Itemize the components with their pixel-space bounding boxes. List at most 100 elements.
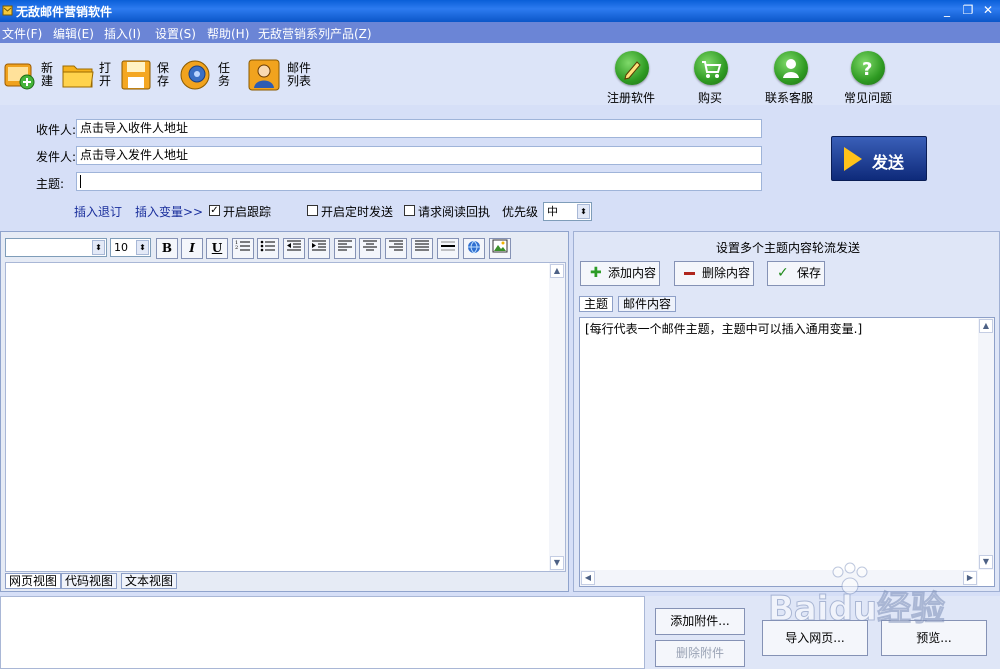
font-name-select[interactable]: ⬍ <box>5 238 107 257</box>
image-icon <box>492 239 508 253</box>
question-icon: ? <box>851 51 885 85</box>
app-icon <box>2 5 13 16</box>
mail-list-icon <box>248 59 280 91</box>
close-button[interactable]: ✕ <box>979 2 997 19</box>
insert-link-button[interactable] <box>463 238 485 259</box>
scheduled-label: 开启定时发送 <box>321 205 394 219</box>
toolbar: 新建 打开 保存 任务 邮件列表 注册软件 购买 联系客服 ? 常见问题 <box>0 43 1000 105</box>
save-disk-icon <box>121 60 151 90</box>
italic-button[interactable]: I <box>181 238 203 259</box>
menu-settings[interactable]: 设置(S) <box>155 25 196 42</box>
ordered-list-icon: 12 <box>235 240 250 251</box>
menu-products[interactable]: 无敌营销系列产品(Z) <box>258 25 372 42</box>
chevron-updown-icon: ⬍ <box>92 240 105 255</box>
mail-list-button[interactable]: 邮件列表 <box>247 56 317 96</box>
menu-help[interactable]: 帮助(H) <box>207 25 249 42</box>
minimize-button[interactable]: _ <box>938 2 956 19</box>
priority-select[interactable]: 中 ⬍ <box>543 202 592 221</box>
faq-button[interactable]: ? 常见问题 <box>843 43 899 105</box>
recipient-field[interactable]: 点击导入收件人地址 <box>76 119 762 138</box>
html-editor: ⬍ 10 ⬍ B I U 12 ▲ ▼ 网页视图 代码视图 文本视图 <box>0 231 569 592</box>
watermark-text: Baidu经验 <box>768 589 945 629</box>
svg-text:2: 2 <box>235 245 238 251</box>
scroll-down-icon[interactable]: ▼ <box>550 556 564 570</box>
menu-insert[interactable]: 插入(I) <box>104 25 141 42</box>
chevron-updown-icon: ⬍ <box>577 204 590 219</box>
menu-bar: 文件(F) 编辑(E) 插入(I) 设置(S) 帮助(H) 无敌营销系列产品(Z… <box>0 22 1000 43</box>
justify-icon <box>415 240 429 251</box>
indent-button[interactable] <box>308 238 330 259</box>
plus-icon: ✚ <box>590 265 602 281</box>
save-content-button[interactable]: ✓ 保存 <box>767 261 825 286</box>
new-button[interactable]: 新建 <box>3 56 55 96</box>
send-button[interactable]: 发送 <box>831 136 927 181</box>
sender-label: 发件人: <box>36 150 77 164</box>
font-size-value: 10 <box>114 241 128 254</box>
recipient-label: 收件人: <box>36 123 77 137</box>
font-size-select[interactable]: 10 ⬍ <box>110 238 151 257</box>
cart-icon <box>694 51 728 85</box>
menu-file[interactable]: 文件(F) <box>2 25 42 42</box>
scheduled-checkbox[interactable] <box>307 205 318 216</box>
align-left-button[interactable] <box>334 238 356 259</box>
scroll-up-icon[interactable]: ▲ <box>550 264 564 278</box>
priority-label: 优先级 <box>502 205 539 219</box>
task-label: 任务 <box>218 61 231 88</box>
menu-edit[interactable]: 编辑(E) <box>53 25 94 42</box>
editor-canvas[interactable]: ▲ ▼ <box>5 262 566 572</box>
new-icon <box>4 63 35 90</box>
rotation-panel: 设置多个主题内容轮流发送 ✚ 添加内容 删除内容 ✓ 保存 主题 邮件内容 [每… <box>573 231 1000 592</box>
insert-variable-link[interactable]: 插入变量>> <box>135 203 203 220</box>
save-content-label: 保存 <box>797 266 822 280</box>
add-content-button[interactable]: ✚ 添加内容 <box>580 261 660 286</box>
align-right-button[interactable] <box>385 238 407 259</box>
outdent-button[interactable] <box>283 238 305 259</box>
tracking-checkbox[interactable]: ✓ <box>209 205 220 216</box>
tab-mail-content[interactable]: 邮件内容 <box>618 296 677 312</box>
subject-field[interactable] <box>76 172 762 191</box>
add-attachment-button[interactable]: 添加附件... <box>655 608 745 635</box>
tab-code-view[interactable]: 代码视图 <box>61 573 118 589</box>
task-icon <box>180 60 210 90</box>
buy-button[interactable]: 购买 <box>685 43 737 105</box>
save-button[interactable]: 保存 <box>119 56 171 96</box>
task-button[interactable]: 任务 <box>178 56 230 96</box>
bullet-list-icon <box>260 240 275 252</box>
align-center-button[interactable] <box>359 238 381 259</box>
add-content-label: 添加内容 <box>608 266 657 280</box>
support-button[interactable]: 联系客服 <box>763 43 819 105</box>
scroll-up-icon[interactable]: ▲ <box>979 319 993 333</box>
attachment-list[interactable] <box>0 596 645 669</box>
scroll-left-icon[interactable]: ◀ <box>581 571 595 585</box>
delete-attachment-button[interactable]: 删除附件 <box>655 640 745 667</box>
insert-unsubscribe-link[interactable]: 插入退订 <box>74 203 122 220</box>
justify-button[interactable] <box>411 238 433 259</box>
horizontal-rule-icon <box>441 241 455 251</box>
tab-text-view[interactable]: 文本视图 <box>121 573 178 589</box>
horizontal-rule-button[interactable] <box>437 238 459 259</box>
underline-button[interactable]: U <box>206 238 228 259</box>
tab-web-view[interactable]: 网页视图 <box>5 573 62 589</box>
rotation-title: 设置多个主题内容轮流发送 <box>716 241 861 255</box>
subject-vertical-scrollbar[interactable]: ▲ ▼ <box>978 318 994 570</box>
delete-content-label: 删除内容 <box>702 266 751 280</box>
tab-subject[interactable]: 主题 <box>579 296 614 312</box>
title-bar: 无敌邮件营销软件 _ ❐ ✕ <box>0 0 1000 22</box>
support-label: 联系客服 <box>765 91 814 105</box>
restore-button[interactable]: ❐ <box>959 2 977 19</box>
insert-image-button[interactable] <box>489 238 511 259</box>
register-button[interactable]: 注册软件 <box>606 43 658 105</box>
subject-list-area[interactable]: [每行代表一个邮件主题，主题中可以插入通用变量.] ▲ ▼ ◀ ▶ <box>579 317 995 587</box>
editor-scrollbar[interactable]: ▲ ▼ <box>549 263 565 571</box>
svg-text:?: ? <box>862 59 872 80</box>
bold-button[interactable]: B <box>156 238 178 259</box>
delete-content-button[interactable]: 删除内容 <box>674 261 754 286</box>
ordered-list-button[interactable]: 12 <box>232 238 254 259</box>
receipt-checkbox[interactable] <box>404 205 415 216</box>
send-label: 发送 <box>872 153 905 172</box>
window-title: 无敌邮件营销软件 <box>16 5 113 19</box>
bullet-list-button[interactable] <box>257 238 279 259</box>
mail-list-label: 邮件列表 <box>287 61 312 88</box>
open-button[interactable]: 打开 <box>61 56 113 96</box>
sender-field[interactable]: 点击导入发件人地址 <box>76 146 762 165</box>
